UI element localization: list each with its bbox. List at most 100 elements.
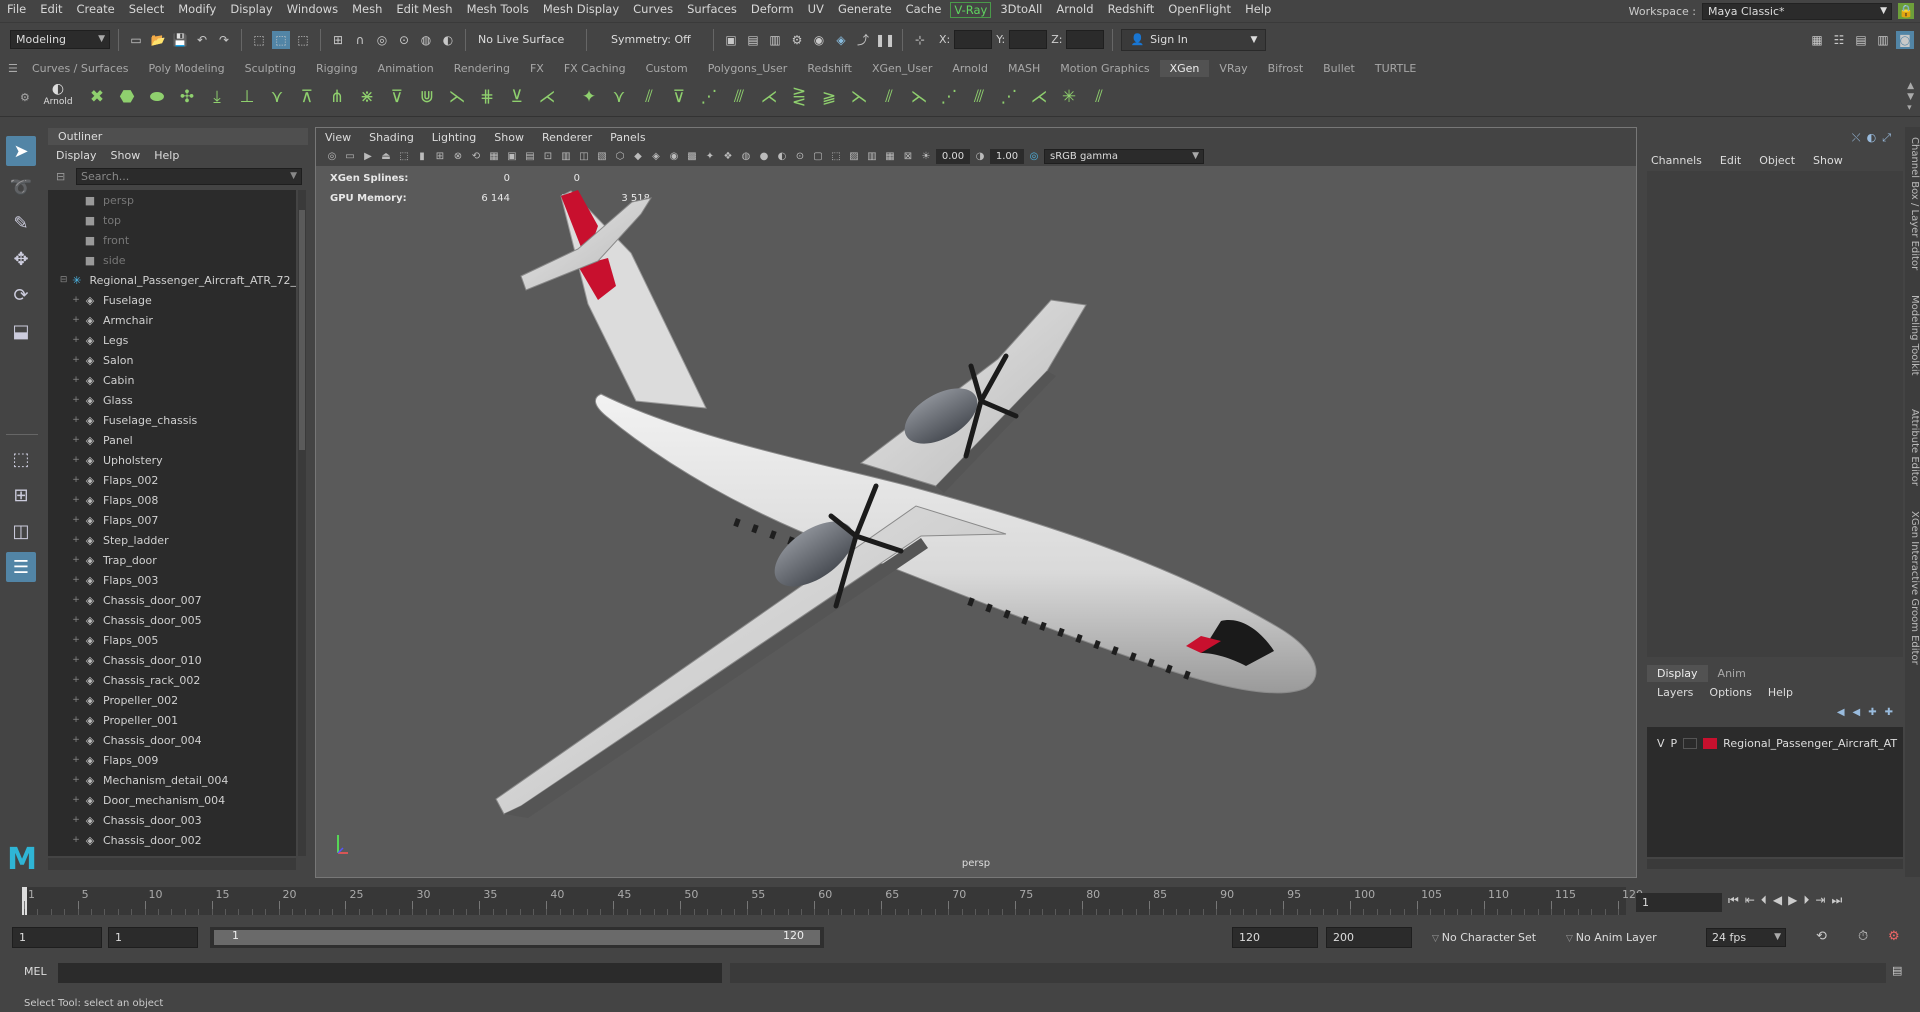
viewport-tool-icon[interactable]: ◉: [666, 148, 682, 164]
shelf-tab-rendering[interactable]: Rendering: [444, 60, 520, 77]
x-coord-field[interactable]: [954, 30, 993, 49]
viewport-tool-icon[interactable]: ⊞: [432, 148, 448, 164]
xgen-shelf-tool-icon[interactable]: ⋛: [786, 83, 812, 111]
viewport-tool-icon[interactable]: ◎: [324, 148, 340, 164]
shelf-menu-icon[interactable]: ☰: [8, 62, 18, 75]
viewport-tool-icon[interactable]: ❖: [720, 148, 736, 164]
channelbox-menu-channels[interactable]: Channels: [1651, 154, 1702, 167]
outliner-item[interactable]: + ◈ Flaps_008: [48, 490, 296, 510]
outliner-layout-icon[interactable]: ☰: [6, 552, 36, 582]
outliner-item[interactable]: + ◈ Door_mechanism_004: [48, 790, 296, 810]
outliner-item[interactable]: + ◈ Propeller_002: [48, 690, 296, 710]
expand-icon[interactable]: +: [70, 315, 82, 325]
fps-dropdown[interactable]: 24 fps ▼: [1706, 928, 1786, 947]
animation-end-field[interactable]: 200: [1326, 927, 1412, 948]
gamma-field[interactable]: 1.00: [990, 148, 1024, 164]
play-forward-icon[interactable]: ▶: [1788, 893, 1797, 908]
sign-in-button[interactable]: 👤 Sign In ▼: [1121, 28, 1267, 51]
expand-icon[interactable]: +: [70, 395, 82, 405]
save-scene-icon[interactable]: 💾: [171, 31, 189, 49]
outliner-item[interactable]: + ◈ Fuselage: [48, 290, 296, 310]
xgen-shelf-tool-icon[interactable]: ⊥: [234, 83, 260, 111]
outliner-item[interactable]: + ◈ Upholstery: [48, 450, 296, 470]
viewport-tool-icon[interactable]: ▥: [558, 148, 574, 164]
channelbox-menu-edit[interactable]: Edit: [1720, 154, 1741, 167]
channelbox-icon-3[interactable]: ⤢: [1882, 131, 1891, 145]
channelbox-menu-show[interactable]: Show: [1813, 154, 1843, 167]
mode-menuset-dropdown[interactable]: Modeling ▼: [10, 30, 110, 49]
xgen-shelf-tool-icon[interactable]: ⫽: [876, 83, 902, 111]
outliner-menu-display[interactable]: Display: [56, 149, 97, 162]
shelf-tab-custom[interactable]: Custom: [636, 60, 698, 77]
four-pane-layout-icon[interactable]: ⊞: [6, 480, 36, 510]
outliner-item[interactable]: ■ side: [48, 250, 296, 270]
xgen-shelf-tool-icon[interactable]: ⤓: [204, 83, 230, 111]
outliner-item[interactable]: ⊟ ✳ Regional_Passenger_Aircraft_ATR_72_: [48, 270, 296, 290]
step-forward-frame-icon[interactable]: ⏵: [1803, 893, 1809, 908]
outliner-item[interactable]: + ◈ Flaps_009: [48, 750, 296, 770]
viewport-tool-icon[interactable]: ⊠: [900, 148, 916, 164]
xgen-shelf-tool-icon[interactable]: ⫽: [1086, 83, 1112, 111]
side-tab-attribute-editor[interactable]: Attribute Editor: [1905, 409, 1920, 486]
menu-mesh-display[interactable]: Mesh Display: [536, 0, 626, 19]
viewport-tool-icon[interactable]: ▤: [522, 148, 538, 164]
outliner-item[interactable]: + ◈ Panel: [48, 430, 296, 450]
timeline-bar[interactable]: 1 5 10 15 20 25 30 35 40 45 50 55 60 65 70 75 80 85 90 95 10…: [22, 887, 1643, 915]
expand-icon[interactable]: +: [70, 495, 82, 505]
side-tab-modeling-toolkit[interactable]: Modeling Toolkit: [1905, 295, 1920, 376]
xgen-shelf-tool-icon[interactable]: ⋌: [1026, 83, 1052, 111]
shelf-tab-turtle[interactable]: TURTLE: [1365, 60, 1426, 77]
expand-icon[interactable]: +: [70, 795, 82, 805]
xgen-shelf-tool-icon[interactable]: ⬣: [114, 83, 140, 111]
transform-constraints-icon[interactable]: ⊹: [911, 31, 929, 49]
xgen-shelf-tool-icon[interactable]: ⫻: [966, 83, 992, 111]
go-to-start-icon[interactable]: ⏮: [1728, 893, 1739, 908]
expand-icon[interactable]: +: [70, 435, 82, 445]
expand-icon[interactable]: +: [70, 635, 82, 645]
shelf-tab-arnold[interactable]: Arnold: [942, 60, 998, 77]
open-scene-icon[interactable]: 📂: [149, 31, 167, 49]
channelbox-icon-1[interactable]: ⤬: [1852, 131, 1861, 145]
viewport-tool-icon[interactable]: ▮: [414, 148, 430, 164]
shelf-tab-animation[interactable]: Animation: [368, 60, 444, 77]
layout-icon-3[interactable]: ▤: [1852, 31, 1870, 49]
xgen-shelf-tool-icon[interactable]: ⋋: [846, 83, 872, 111]
xgen-shelf-tool-icon[interactable]: ✖: [84, 83, 110, 111]
xgen-shelf-tool-icon[interactable]: ⋎: [606, 83, 632, 111]
viewport-tool-icon[interactable]: ▣: [504, 148, 520, 164]
loop-icon[interactable]: ⟲: [1816, 929, 1827, 944]
expand-icon[interactable]: +: [70, 535, 82, 545]
viewport-tool-icon[interactable]: ▭: [342, 148, 358, 164]
outliner-item[interactable]: + ◈ Trap_door: [48, 550, 296, 570]
layout-icon-4[interactable]: ▥: [1874, 31, 1892, 49]
colorspace-dropdown[interactable]: sRGB gamma ▼: [1044, 148, 1204, 164]
viewport-tool-icon[interactable]: ⬚: [828, 148, 844, 164]
menu-edit-mesh[interactable]: Edit Mesh: [389, 0, 459, 19]
lasso-tool-icon[interactable]: ➰: [6, 172, 36, 202]
outliner-item[interactable]: + ◈ Fuselage_chassis: [48, 410, 296, 430]
menu-mesh-tools[interactable]: Mesh Tools: [460, 0, 536, 19]
xgen-shelf-tool-icon[interactable]: ⫽: [636, 83, 662, 111]
viewport-persp[interactable]: View Shading Lighting Show Renderer Panels ◎ ▭…: [315, 127, 1637, 878]
menu-uv[interactable]: UV: [801, 0, 831, 19]
anim-layer-dropdown[interactable]: ▽ No Anim Layer: [1566, 931, 1657, 944]
outliner-item[interactable]: + ◈ Chassis_door_002: [48, 830, 296, 850]
exposure-field[interactable]: 0.00: [936, 148, 970, 164]
viewport-tool-icon[interactable]: ◫: [576, 148, 592, 164]
play-backward-icon[interactable]: ◀: [1773, 893, 1782, 908]
outliner-item[interactable]: + ◈ Legs: [48, 330, 296, 350]
menu-arnold[interactable]: Arnold: [1049, 0, 1100, 19]
color-management-icon[interactable]: ◎: [1026, 148, 1042, 164]
expand-icon[interactable]: +: [70, 615, 82, 625]
animation-start-field[interactable]: 1: [12, 927, 102, 948]
range-slider[interactable]: 1 120: [210, 927, 824, 948]
viewport-menu-show[interactable]: Show: [485, 131, 533, 144]
expand-icon[interactable]: +: [70, 815, 82, 825]
viewport-tool-icon[interactable]: ⊡: [540, 148, 556, 164]
select-hierarchy-icon[interactable]: ⬚: [250, 31, 268, 49]
layout-icon-5[interactable]: ◙: [1896, 30, 1914, 49]
viewport-tool-icon[interactable]: ⬡: [612, 148, 628, 164]
expand-icon[interactable]: +: [70, 735, 82, 745]
expand-icon[interactable]: +: [70, 755, 82, 765]
xgen-shelf-tool-icon[interactable]: ⊽: [666, 83, 692, 111]
